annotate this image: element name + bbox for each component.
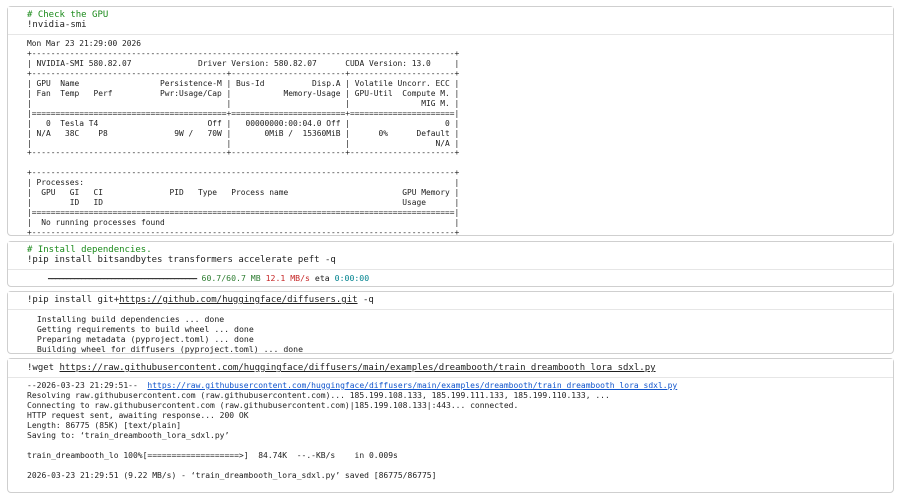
- code-editor[interactable]: !pip install git+https://github.com/hugg…: [8, 292, 893, 305]
- output-line: Getting requirements to build wheel ... …: [27, 324, 254, 334]
- output-line: +---------------------------------------…: [27, 148, 460, 158]
- code-comment: # Check the GPU: [27, 10, 109, 20]
- code-url[interactable]: https://github.com/huggingface/diffusers…: [119, 295, 357, 305]
- output-line: Length: 86775 (85K) [text/plain]: [27, 421, 182, 430]
- output-line: +---------------------------------------…: [27, 68, 460, 78]
- progress-eta-label: eta: [314, 273, 330, 283]
- output-line: Mon Mar 23 21:29:00 2026: [27, 39, 142, 48]
- output-line: | Processes: |: [27, 178, 460, 188]
- cell-output: Mon Mar 23 21:29:00 2026 +--------------…: [8, 35, 893, 238]
- output-line: HTTP request sent, awaiting response... …: [27, 411, 249, 420]
- output-line: | GPU GI CI PID Type Process name GPU Me…: [27, 188, 460, 198]
- code-url[interactable]: https://raw.githubusercontent.com/huggin…: [60, 363, 656, 373]
- output-line: Building wheel for diffusers (pyproject.…: [27, 344, 304, 354]
- output-line: Connecting to raw.githubusercontent.com …: [27, 401, 519, 410]
- code-cell-nvidia-smi[interactable]: # Check the GPU !nvidia-smi Mon Mar 23 2…: [7, 6, 894, 238]
- code-editor[interactable]: # Check the GPU !nvidia-smi: [8, 7, 893, 30]
- wget-url-link[interactable]: https://raw.githubusercontent.com/huggin…: [147, 381, 677, 390]
- output-line: +---------------------------------------…: [27, 48, 460, 58]
- code-prefix: !wget: [27, 363, 60, 373]
- output-line: | GPU Name Persistence-M | Bus-Id Disp.A…: [27, 78, 460, 88]
- code-cell-install-diffusers[interactable]: !pip install git+https://github.com/hugg…: [7, 291, 894, 354]
- output-line: | N/A 38C P8 9W / 70W | 0MiB / 15360MiB …: [27, 128, 460, 138]
- output-line: Preparing metadata (pyproject.toml) ... …: [27, 334, 254, 344]
- output-line: 2026-03-23 21:29:51 (9.22 MB/s) - ‘train…: [27, 471, 437, 480]
- code-line: !pip install bitsandbytes transformers a…: [27, 255, 336, 265]
- cell-output: Installing build dependencies ... done G…: [8, 310, 893, 354]
- progress-eta: 0:00:00: [334, 273, 370, 283]
- cell-output: --2026-03-23 21:29:51-- https://raw.gith…: [8, 378, 893, 481]
- code-cell-wget[interactable]: !wget https://raw.githubusercontent.com/…: [7, 358, 894, 493]
- output-line: | Fan Temp Perf Pwr:Usage/Cap | Memory-U…: [27, 88, 460, 98]
- code-editor[interactable]: !wget https://raw.githubusercontent.com/…: [8, 359, 893, 373]
- output-line: | No running processes found |: [27, 218, 460, 228]
- output-line: | | | MIG M. |: [27, 98, 460, 108]
- code-prefix: !pip install git+: [27, 295, 120, 305]
- output-line: Installing build dependencies ... done: [27, 314, 225, 324]
- code-cell-install-deps[interactable]: # Install dependencies. !pip install bit…: [7, 241, 894, 287]
- output-line: |=======================================…: [27, 108, 460, 118]
- progress-size: 60.7/60.7 MB: [201, 273, 261, 283]
- output-line: train_dreambooth_lo 100%[===============…: [27, 451, 398, 460]
- output-line: +---------------------------------------…: [27, 228, 460, 238]
- pip-progress-output: ━━━━━━━━━━━━━━━━━━━━━━━━━━━━━━━━━━━━━━━━…: [8, 270, 893, 284]
- code-comment: # Install dependencies.: [27, 245, 152, 255]
- wget-timestamp: --2026-03-23 21:29:51--: [27, 381, 148, 390]
- output-line: | | | N/A |: [27, 138, 460, 148]
- code-suffix: -q: [357, 295, 374, 305]
- output-line: Resolving raw.githubusercontent.com (raw…: [27, 391, 610, 400]
- output-line: |=======================================…: [27, 208, 460, 218]
- code-line: !nvidia-smi: [27, 20, 87, 30]
- output-line: | 0 Tesla T4 Off | 00000000:00:04.0 Off …: [27, 118, 460, 128]
- output-line: | NVIDIA-SMI 580.82.07 Driver Version: 5…: [27, 58, 460, 68]
- progress-speed: 12.1 MB/s: [265, 273, 310, 283]
- output-line: Saving to: ‘train_dreambooth_lora_sdxl.p…: [27, 431, 230, 440]
- output-line: +---------------------------------------…: [27, 168, 460, 178]
- output-line: | ID ID Usage |: [27, 198, 460, 208]
- code-editor[interactable]: # Install dependencies. !pip install bit…: [8, 242, 893, 265]
- progress-bar: ━━━━━━━━━━━━━━━━━━━━━━━━━━━━━━━━━━━━━━━━: [48, 275, 197, 283]
- wget-log: Resolving raw.githubusercontent.com (raw…: [27, 391, 610, 480]
